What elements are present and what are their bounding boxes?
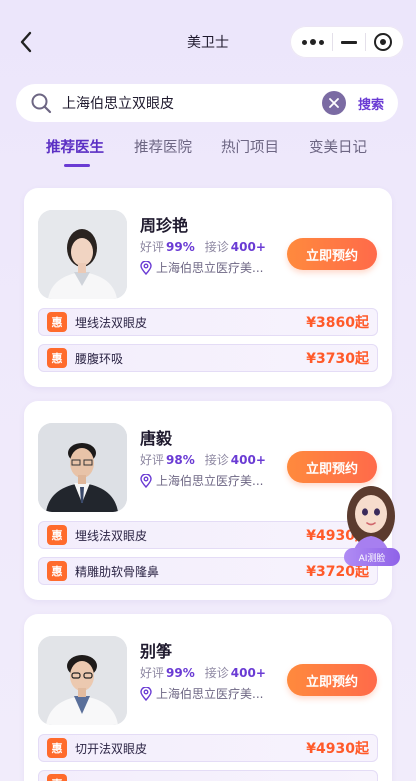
discount-badge: 惠	[47, 561, 67, 581]
consult-value: 400+	[230, 666, 266, 680]
more-icon[interactable]	[302, 39, 324, 45]
location-icon	[140, 260, 152, 275]
tab-recommended-doctors[interactable]: 推荐医生	[46, 136, 104, 157]
doctor-avatar	[38, 423, 127, 512]
search-icon	[30, 92, 52, 114]
rating-value: 98%	[166, 453, 195, 467]
project-name: 腰腹环吸	[75, 351, 124, 366]
doctor-card[interactable]: 别筝 好评 99% 接诊 400+ 上海伯思立医疗美... 立即预约 惠 切开法双眼皮…	[24, 614, 392, 781]
doctor-card[interactable]: 周珍艳 好评 99% 接诊 400+ 上海伯思立医疗美... 立即预约 惠 埋线法双眼…	[24, 188, 392, 387]
discount-badge: 惠	[47, 348, 67, 368]
ai-avatar-icon	[347, 486, 395, 556]
doctor-stats: 好评 98% 接诊 400+	[140, 451, 266, 468]
project-item[interactable]: 惠 埋线法双眼皮 ¥3860起	[38, 308, 378, 336]
hospital-name: 上海伯思立医疗美...	[156, 474, 264, 488]
project-item[interactable]: 惠 切开法双眼皮 ¥4930起	[38, 734, 378, 762]
doctor-avatar	[38, 210, 127, 299]
location-icon	[140, 473, 152, 488]
project-price: ¥3860起	[306, 315, 369, 331]
consult-label: 接诊	[204, 666, 229, 680]
consult-label: 接诊	[204, 453, 229, 467]
rating-label: 好评	[140, 453, 165, 467]
consult-label: 接诊	[204, 240, 229, 254]
discount-badge: 惠	[47, 738, 67, 758]
search-input[interactable]	[62, 88, 322, 118]
search-bar: 搜索	[16, 84, 398, 122]
capsule-divider	[365, 33, 366, 51]
project-price: ¥4930起	[306, 741, 369, 757]
active-tab-indicator	[64, 164, 90, 167]
project-name: 切开法双眼皮	[75, 741, 148, 756]
tab-bar: 推荐医生 推荐医院 热门项目 变美日记	[0, 136, 416, 170]
close-miniprogram-icon[interactable]	[374, 33, 392, 51]
mini-program-capsule	[290, 26, 404, 58]
project-item[interactable]: 惠 腰腹环吸 ¥3730起	[38, 344, 378, 372]
doctor-avatar	[38, 636, 127, 725]
doctor-name: 别筝	[140, 642, 173, 661]
doctor-name: 周珍艳	[140, 216, 189, 235]
book-now-button[interactable]: 立即预约	[287, 238, 377, 270]
hospital-row: 上海伯思立医疗美...	[140, 472, 263, 489]
ai-assistant-bubble[interactable]: AI测脸	[338, 476, 404, 568]
project-name: 埋线法双眼皮	[75, 315, 148, 330]
doctor-stats: 好评 99% 接诊 400+	[140, 238, 266, 255]
tab-recommended-hospitals[interactable]: 推荐医院	[134, 136, 192, 157]
rating-label: 好评	[140, 666, 165, 680]
clear-icon[interactable]	[321, 91, 346, 115]
location-icon	[140, 686, 152, 701]
project-item[interactable]: 惠	[38, 770, 378, 781]
hospital-name: 上海伯思立医疗美...	[156, 687, 264, 701]
project-item[interactable]: 惠 精雕肋软骨隆鼻 ¥3720起	[38, 557, 378, 585]
discount-badge: 惠	[47, 774, 67, 781]
hospital-row: 上海伯思立医疗美...	[140, 685, 263, 702]
search-button[interactable]: 搜索	[358, 94, 384, 113]
discount-badge: 惠	[47, 312, 67, 332]
nav-bar: 美卫士	[0, 0, 416, 86]
project-name: 埋线法双眼皮	[75, 528, 148, 543]
doctor-card[interactable]: 唐毅 好评 98% 接诊 400+ 上海伯思立医疗美... 立即预约 惠 埋线法双眼皮…	[24, 401, 392, 600]
tab-popular-projects[interactable]: 热门项目	[221, 136, 279, 157]
rating-value: 99%	[166, 666, 195, 680]
project-name: 精雕肋软骨隆鼻	[75, 564, 160, 579]
project-item[interactable]: 惠 埋线法双眼皮 ¥4930起	[38, 521, 378, 549]
project-price: ¥3730起	[306, 351, 369, 367]
doctor-stats: 好评 99% 接诊 400+	[140, 664, 266, 681]
rating-label: 好评	[140, 240, 165, 254]
book-now-button[interactable]: 立即预约	[287, 664, 377, 696]
consult-value: 400+	[230, 240, 266, 254]
minimize-icon[interactable]	[341, 40, 357, 44]
tab-beauty-diary[interactable]: 变美日记	[309, 136, 367, 157]
rating-value: 99%	[166, 240, 195, 254]
hospital-row: 上海伯思立医疗美...	[140, 259, 263, 276]
doctor-name: 唐毅	[140, 429, 173, 448]
hospital-name: 上海伯思立医疗美...	[156, 261, 264, 275]
consult-value: 400+	[230, 453, 266, 467]
capsule-divider	[332, 33, 333, 51]
discount-badge: 惠	[47, 525, 67, 545]
ai-assistant-label: AI测脸	[344, 548, 400, 566]
